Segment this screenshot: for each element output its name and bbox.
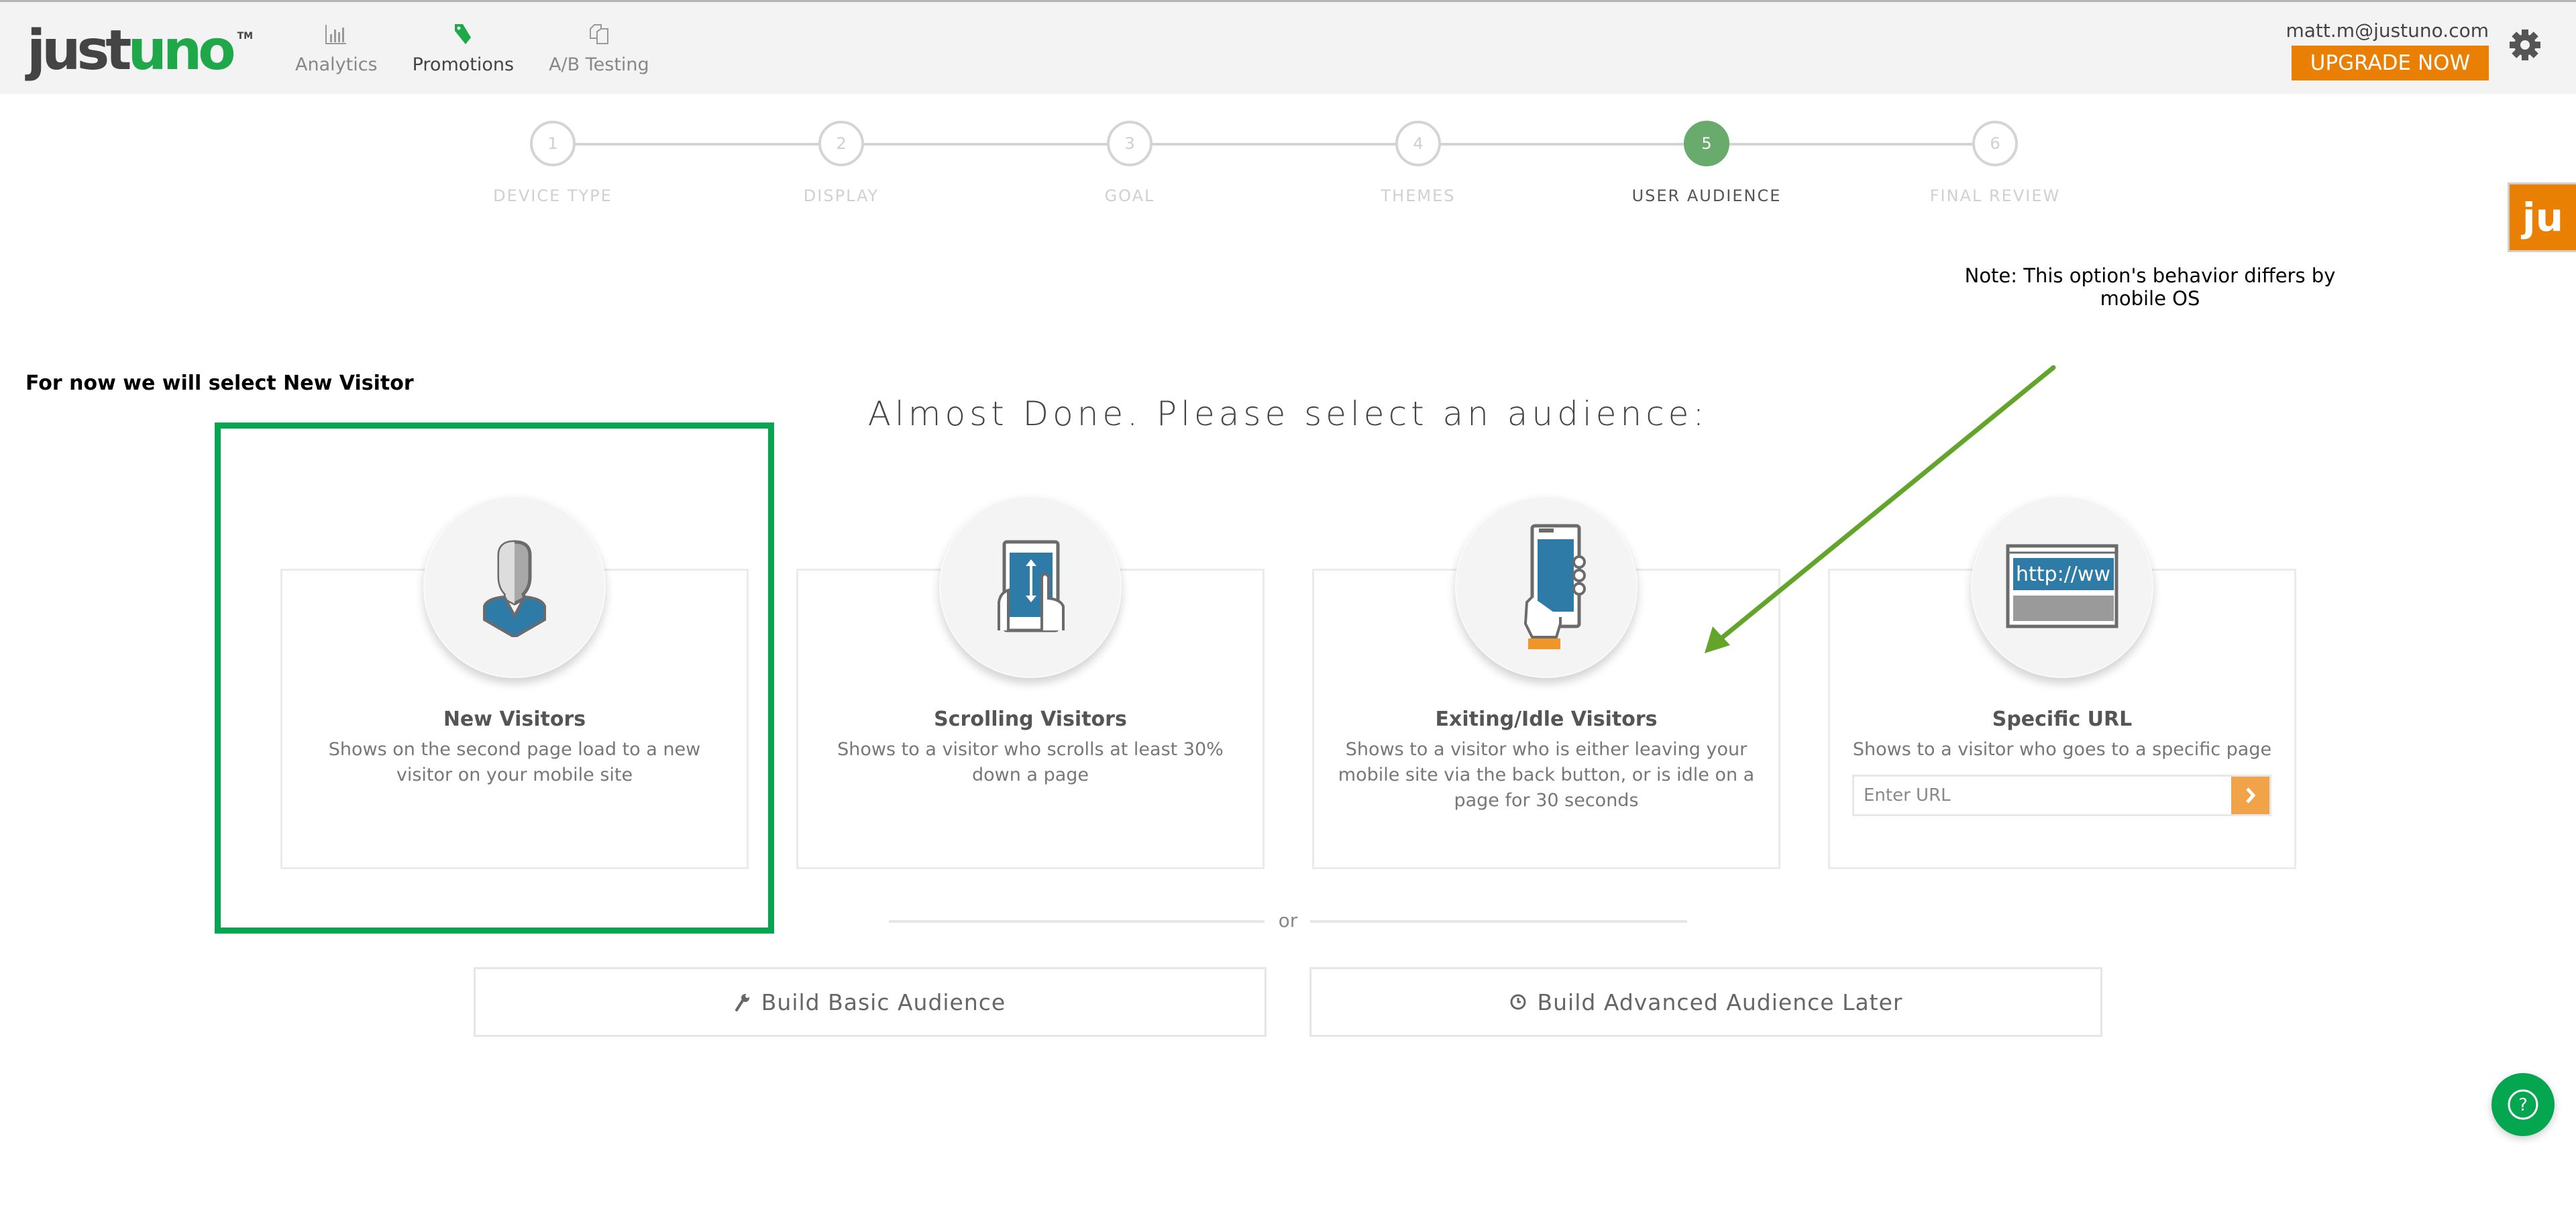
clock-icon	[1509, 993, 1527, 1011]
nav-analytics[interactable]: Analytics	[295, 21, 378, 75]
wrench-icon	[735, 993, 751, 1011]
step-label: DISPLAY	[803, 186, 879, 205]
browser-url-icon: http://ww	[1971, 496, 2153, 678]
url-input[interactable]	[1854, 777, 2231, 814]
build-advanced-label: Build Advanced Audience Later	[1537, 989, 1903, 1015]
nav-promotions[interactable]: Promotions	[413, 21, 514, 75]
phone-hand-icon	[1455, 496, 1638, 678]
step-label: DEVICE TYPE	[493, 186, 612, 205]
logo-uno: uno	[127, 19, 236, 82]
wizard-stepper: 1 DEVICE TYPE 2 DISPLAY 3 GOAL 4 THEMES …	[0, 121, 2576, 208]
step-number: 1	[530, 121, 576, 166]
step-number: 3	[1107, 121, 1152, 166]
step-label: USER AUDIENCE	[1631, 186, 1782, 205]
tag-icon	[449, 21, 476, 48]
step-device-type[interactable]: 1 DEVICE TYPE	[452, 121, 653, 205]
url-input-group	[1852, 775, 2271, 816]
step-label: GOAL	[1104, 186, 1155, 205]
gear-icon[interactable]	[2509, 29, 2541, 61]
annotation-callout: For now we will select New Visitor	[25, 372, 414, 395]
nav-analytics-label: Analytics	[295, 54, 378, 75]
annotation-note: Note: This option's behavior differs by …	[1964, 264, 2336, 310]
audience-card-exiting-idle-visitors[interactable]: Exiting/Idle Visitors Shows to a visitor…	[1312, 496, 1780, 869]
card-description: Shows on the second page load to a new v…	[328, 739, 701, 785]
nav-promotions-label: Promotions	[412, 54, 515, 75]
or-label: or	[1278, 909, 1298, 932]
top-header: just uno TM Analytics Promotions A/B Testi…	[0, 0, 2576, 93]
help-glyph: ?	[2518, 1095, 2528, 1115]
divider-line	[1310, 920, 1687, 923]
build-advanced-audience-later-button[interactable]: Build Advanced Audience Later	[1309, 967, 2102, 1037]
audience-card-new-visitors[interactable]: New Visitors Shows on the second page lo…	[280, 496, 749, 869]
card-title: New Visitors	[443, 708, 586, 731]
bar-chart-icon	[323, 21, 350, 48]
justuno-logo[interactable]: just uno TM	[27, 21, 253, 81]
card-title: Scrolling Visitors	[934, 708, 1127, 731]
or-divider: or	[889, 909, 1687, 934]
help-icon: ?	[2508, 1089, 2538, 1120]
user-email[interactable]: matt.m@justuno.com	[2286, 19, 2489, 42]
chevron-right-icon	[2245, 787, 2255, 803]
help-button[interactable]: ?	[2491, 1073, 2555, 1136]
audience-card-specific-url[interactable]: http://ww Specific URL Shows to a visito…	[1828, 496, 2296, 869]
tablet-scroll-icon	[939, 496, 1122, 678]
step-label: THEMES	[1381, 186, 1456, 205]
audience-card-scrolling-visitors[interactable]: Scrolling Visitors Shows to a visitor wh…	[796, 496, 1265, 869]
page-title: Almost Done. Please select an audience:	[867, 394, 1709, 433]
step-final-review[interactable]: 6 FINAL REVIEW	[1894, 121, 2096, 205]
logo-trademark: TM	[237, 31, 254, 42]
copy-icon	[586, 21, 612, 48]
card-title: Specific URL	[1992, 708, 2133, 731]
step-themes[interactable]: 4 THEMES	[1318, 121, 1519, 205]
nav-ab-testing-label: A/B Testing	[549, 54, 649, 75]
card-description: Shows to a visitor who goes to a specifi…	[1852, 739, 2272, 760]
url-submit-button[interactable]	[2231, 777, 2269, 814]
nav-ab-testing[interactable]: A/B Testing	[549, 21, 649, 75]
step-number: 2	[818, 121, 864, 166]
step-number: 6	[1972, 121, 2018, 166]
url-icon-text: http://ww	[2016, 563, 2110, 586]
step-goal[interactable]: 3 GOAL	[1029, 121, 1230, 205]
step-number: 4	[1395, 121, 1441, 166]
person-icon	[423, 496, 606, 678]
step-display[interactable]: 2 DISPLAY	[741, 121, 942, 205]
step-number: 5	[1684, 121, 1729, 166]
main-nav: Analytics Promotions A/B Testing	[295, 21, 684, 75]
card-description: Shows to a visitor who scrolls at least …	[837, 739, 1224, 785]
card-description: Shows to a visitor who is either leaving…	[1338, 739, 1755, 811]
build-basic-audience-button[interactable]: Build Basic Audience	[474, 967, 1267, 1037]
card-title: Exiting/Idle Visitors	[1435, 708, 1658, 731]
logo-just: just	[27, 19, 131, 82]
upgrade-now-button[interactable]: UPGRADE NOW	[2292, 46, 2489, 80]
step-label: FINAL REVIEW	[1929, 186, 2061, 205]
step-user-audience[interactable]: 5 USER AUDIENCE	[1606, 121, 1807, 205]
divider-line	[889, 920, 1265, 923]
build-basic-label: Build Basic Audience	[761, 989, 1006, 1015]
